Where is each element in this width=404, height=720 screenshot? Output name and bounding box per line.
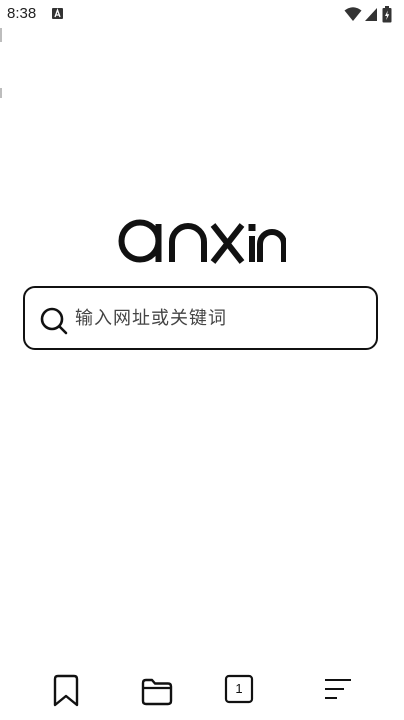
edge-mark xyxy=(0,28,2,42)
files-button[interactable] xyxy=(140,674,176,710)
search-icon[interactable] xyxy=(40,307,68,335)
tabs-button[interactable]: 1 xyxy=(224,674,260,710)
search-input[interactable] xyxy=(75,298,365,338)
menu-icon xyxy=(325,679,351,699)
app-logo xyxy=(118,212,287,268)
status-bar: 8:38 xyxy=(0,0,404,28)
search-box[interactable] xyxy=(23,286,378,350)
status-time: 8:38 xyxy=(7,5,37,22)
battery-icon xyxy=(382,6,392,23)
cell-signal-icon xyxy=(365,8,377,21)
bottom-nav: 1 xyxy=(0,660,404,720)
edge-mark xyxy=(0,88,2,98)
notification-app-icon xyxy=(52,8,63,19)
tab-count: 1 xyxy=(235,681,243,696)
menu-button[interactable] xyxy=(322,674,358,710)
bookmark-icon xyxy=(53,674,79,707)
wifi-icon xyxy=(344,7,362,21)
folder-icon xyxy=(141,678,173,706)
bookmarks-button[interactable] xyxy=(52,674,88,710)
